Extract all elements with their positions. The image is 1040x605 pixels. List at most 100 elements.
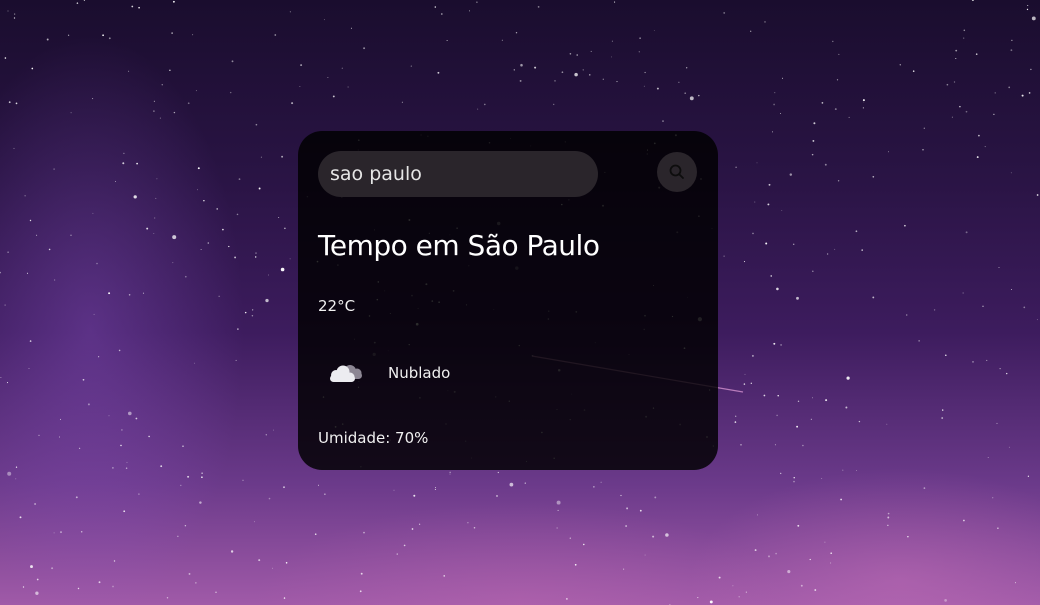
star [1008, 86, 1011, 89]
star [933, 309, 936, 311]
star [616, 81, 618, 83]
star [501, 39, 503, 41]
star [123, 152, 125, 155]
star [774, 92, 776, 94]
star [314, 533, 317, 535]
star [70, 234, 72, 237]
star [31, 67, 34, 70]
star [834, 248, 836, 250]
star [1010, 49, 1013, 52]
star [678, 81, 680, 83]
star [796, 296, 799, 300]
star [770, 275, 772, 277]
search-icon [669, 164, 684, 179]
star [53, 168, 55, 170]
star [285, 562, 288, 564]
star [171, 32, 173, 34]
star [244, 311, 247, 314]
search-input[interactable] [318, 151, 598, 197]
star [28, 368, 30, 369]
star [856, 470, 858, 471]
star [153, 110, 155, 112]
star [363, 47, 366, 50]
star [92, 98, 94, 100]
star [108, 415, 110, 417]
star [8, 101, 11, 104]
star [403, 544, 406, 547]
star [29, 219, 32, 222]
star [15, 478, 17, 480]
star [520, 63, 523, 67]
star [67, 34, 70, 36]
star [718, 576, 721, 579]
star [15, 102, 18, 105]
star [180, 484, 182, 487]
temperature: 22°C [318, 297, 356, 315]
star [812, 270, 814, 273]
star [192, 34, 194, 36]
star [842, 469, 844, 471]
star [251, 315, 254, 317]
star [656, 87, 659, 90]
star [1006, 372, 1008, 375]
star [393, 489, 395, 491]
star [1027, 475, 1030, 477]
star [284, 227, 286, 230]
star [148, 435, 150, 438]
star [36, 234, 38, 236]
star [112, 467, 114, 469]
star [177, 535, 179, 537]
star [963, 519, 965, 522]
star [735, 166, 737, 168]
star [734, 421, 737, 423]
star [987, 457, 989, 458]
star [780, 343, 783, 346]
star [765, 242, 768, 245]
star [513, 69, 515, 71]
star [235, 359, 237, 361]
star [745, 591, 747, 593]
star [207, 242, 210, 244]
star [813, 122, 816, 125]
star [194, 362, 196, 364]
star [623, 568, 625, 570]
star [229, 91, 232, 94]
star [108, 292, 111, 295]
star [557, 509, 559, 511]
weather-card: Tempo em São Paulo 22°C Nublado Umidade:… [298, 131, 718, 470]
star [160, 465, 163, 468]
star [59, 418, 62, 420]
star [228, 245, 230, 248]
star [169, 69, 171, 71]
star [767, 203, 770, 206]
search-button[interactable] [657, 152, 697, 192]
star [723, 255, 725, 257]
star [848, 116, 850, 118]
star [963, 29, 966, 32]
star [723, 11, 726, 14]
star [955, 49, 958, 52]
star [812, 139, 815, 142]
star [796, 425, 798, 428]
star [113, 560, 116, 562]
star [639, 37, 641, 39]
star [963, 37, 965, 39]
star [252, 309, 254, 311]
star [222, 228, 224, 231]
star [965, 110, 968, 113]
star [1031, 16, 1036, 21]
star [0, 377, 2, 378]
star [197, 167, 200, 170]
star [912, 70, 915, 72]
star [887, 516, 890, 519]
star [19, 516, 22, 519]
star [127, 411, 132, 416]
star [972, 361, 974, 363]
star [201, 472, 203, 474]
star [242, 479, 244, 481]
star [946, 83, 949, 86]
star [556, 527, 558, 529]
star [834, 108, 837, 111]
star [826, 253, 829, 255]
star [188, 572, 191, 575]
